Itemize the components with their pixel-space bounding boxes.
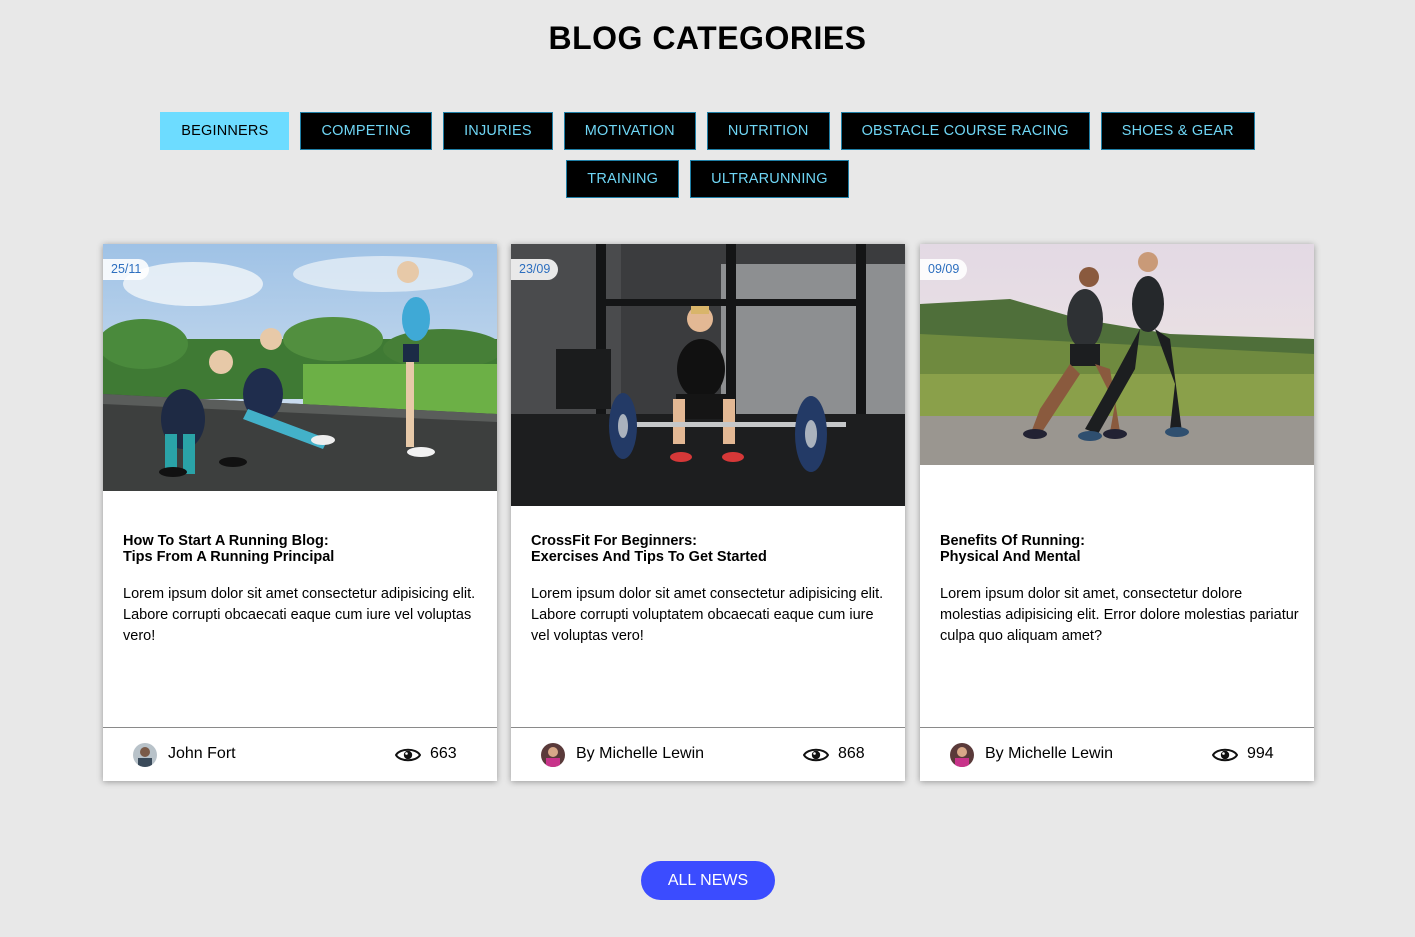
date-badge: 23/09 <box>511 259 559 280</box>
eye-icon <box>803 748 829 762</box>
couple-running-photo[interactable]: 09/09 <box>920 244 1314 465</box>
category-tabs-row-2: TRAINING ULTRARUNNING <box>0 160 1415 198</box>
view-count: 994 <box>1247 745 1274 762</box>
crossfit-deadlift-photo[interactable]: 23/09 <box>511 244 905 506</box>
card-title[interactable]: CrossFit For Beginners: Exercises And Ti… <box>531 533 891 565</box>
card-excerpt: Lorem ipsum dolor sit amet, consectetur … <box>940 586 1299 644</box>
blog-card[interactable]: 25/11 How To Start A Running Blog: Tips … <box>103 244 497 781</box>
avatar <box>133 743 157 767</box>
eye-icon <box>395 748 421 762</box>
eye-icon <box>1212 748 1238 762</box>
card-title[interactable]: How To Start A Running Blog: Tips From A… <box>123 533 483 565</box>
card-title-line-1: How To Start A Running Blog: <box>123 533 329 549</box>
card-title-line-1: Benefits Of Running: <box>940 533 1085 549</box>
card-title-line-2: Tips From A Running Principal <box>123 549 335 565</box>
card-footer: John Fort 663 <box>103 727 497 781</box>
blog-card[interactable]: 09/09 Benefits Of Running: Physical And … <box>920 244 1314 781</box>
blog-card[interactable]: 23/09 CrossFit For Beginners: Exercises … <box>511 244 905 781</box>
card-footer: By Michelle Lewin 868 <box>511 727 905 781</box>
date-badge: 25/11 <box>103 259 150 280</box>
avatar <box>950 743 974 767</box>
card-footer: By Michelle Lewin 994 <box>920 727 1314 781</box>
author-name[interactable]: By Michelle Lewin <box>985 745 1113 763</box>
card-title-line-2: Physical And Mental <box>940 549 1081 565</box>
page-title: BLOG CATEGORIES <box>548 20 867 56</box>
card-title[interactable]: Benefits Of Running: Physical And Mental <box>940 533 1300 565</box>
all-news-button[interactable]: ALL NEWS <box>641 861 775 900</box>
date-badge: 09/09 <box>920 259 968 280</box>
card-title-line-1: CrossFit For Beginners: <box>531 533 697 549</box>
tab-beginners[interactable]: BEGINNERS <box>160 112 290 150</box>
tab-injuries[interactable]: INJURIES <box>443 112 553 150</box>
card-excerpt: Lorem ipsum dolor sit amet consectetur a… <box>531 586 884 644</box>
tab-obstacle-course-racing[interactable]: OBSTACLE COURSE RACING <box>840 112 1090 150</box>
tab-ultrarunning[interactable]: ULTRARUNNING <box>690 160 849 198</box>
tab-nutrition[interactable]: NUTRITION <box>706 112 830 150</box>
category-tabs-row-1: BEGINNERS COMPETING INJURIES MOTIVATION … <box>0 112 1415 150</box>
tab-competing[interactable]: COMPETING <box>300 112 433 150</box>
tab-training[interactable]: TRAINING <box>566 160 680 198</box>
avatar <box>541 743 565 767</box>
tab-shoes-gear[interactable]: SHOES & GEAR <box>1100 112 1255 150</box>
author-name[interactable]: John Fort <box>168 745 236 763</box>
runners-stretching-photo[interactable]: 25/11 <box>103 244 497 491</box>
tab-motivation[interactable]: MOTIVATION <box>563 112 696 150</box>
card-excerpt: Lorem ipsum dolor sit amet consectetur a… <box>123 586 476 644</box>
view-count: 663 <box>430 745 457 762</box>
author-name[interactable]: By Michelle Lewin <box>576 745 704 763</box>
card-title-line-2: Exercises And Tips To Get Started <box>531 549 767 565</box>
view-count: 868 <box>838 745 865 762</box>
